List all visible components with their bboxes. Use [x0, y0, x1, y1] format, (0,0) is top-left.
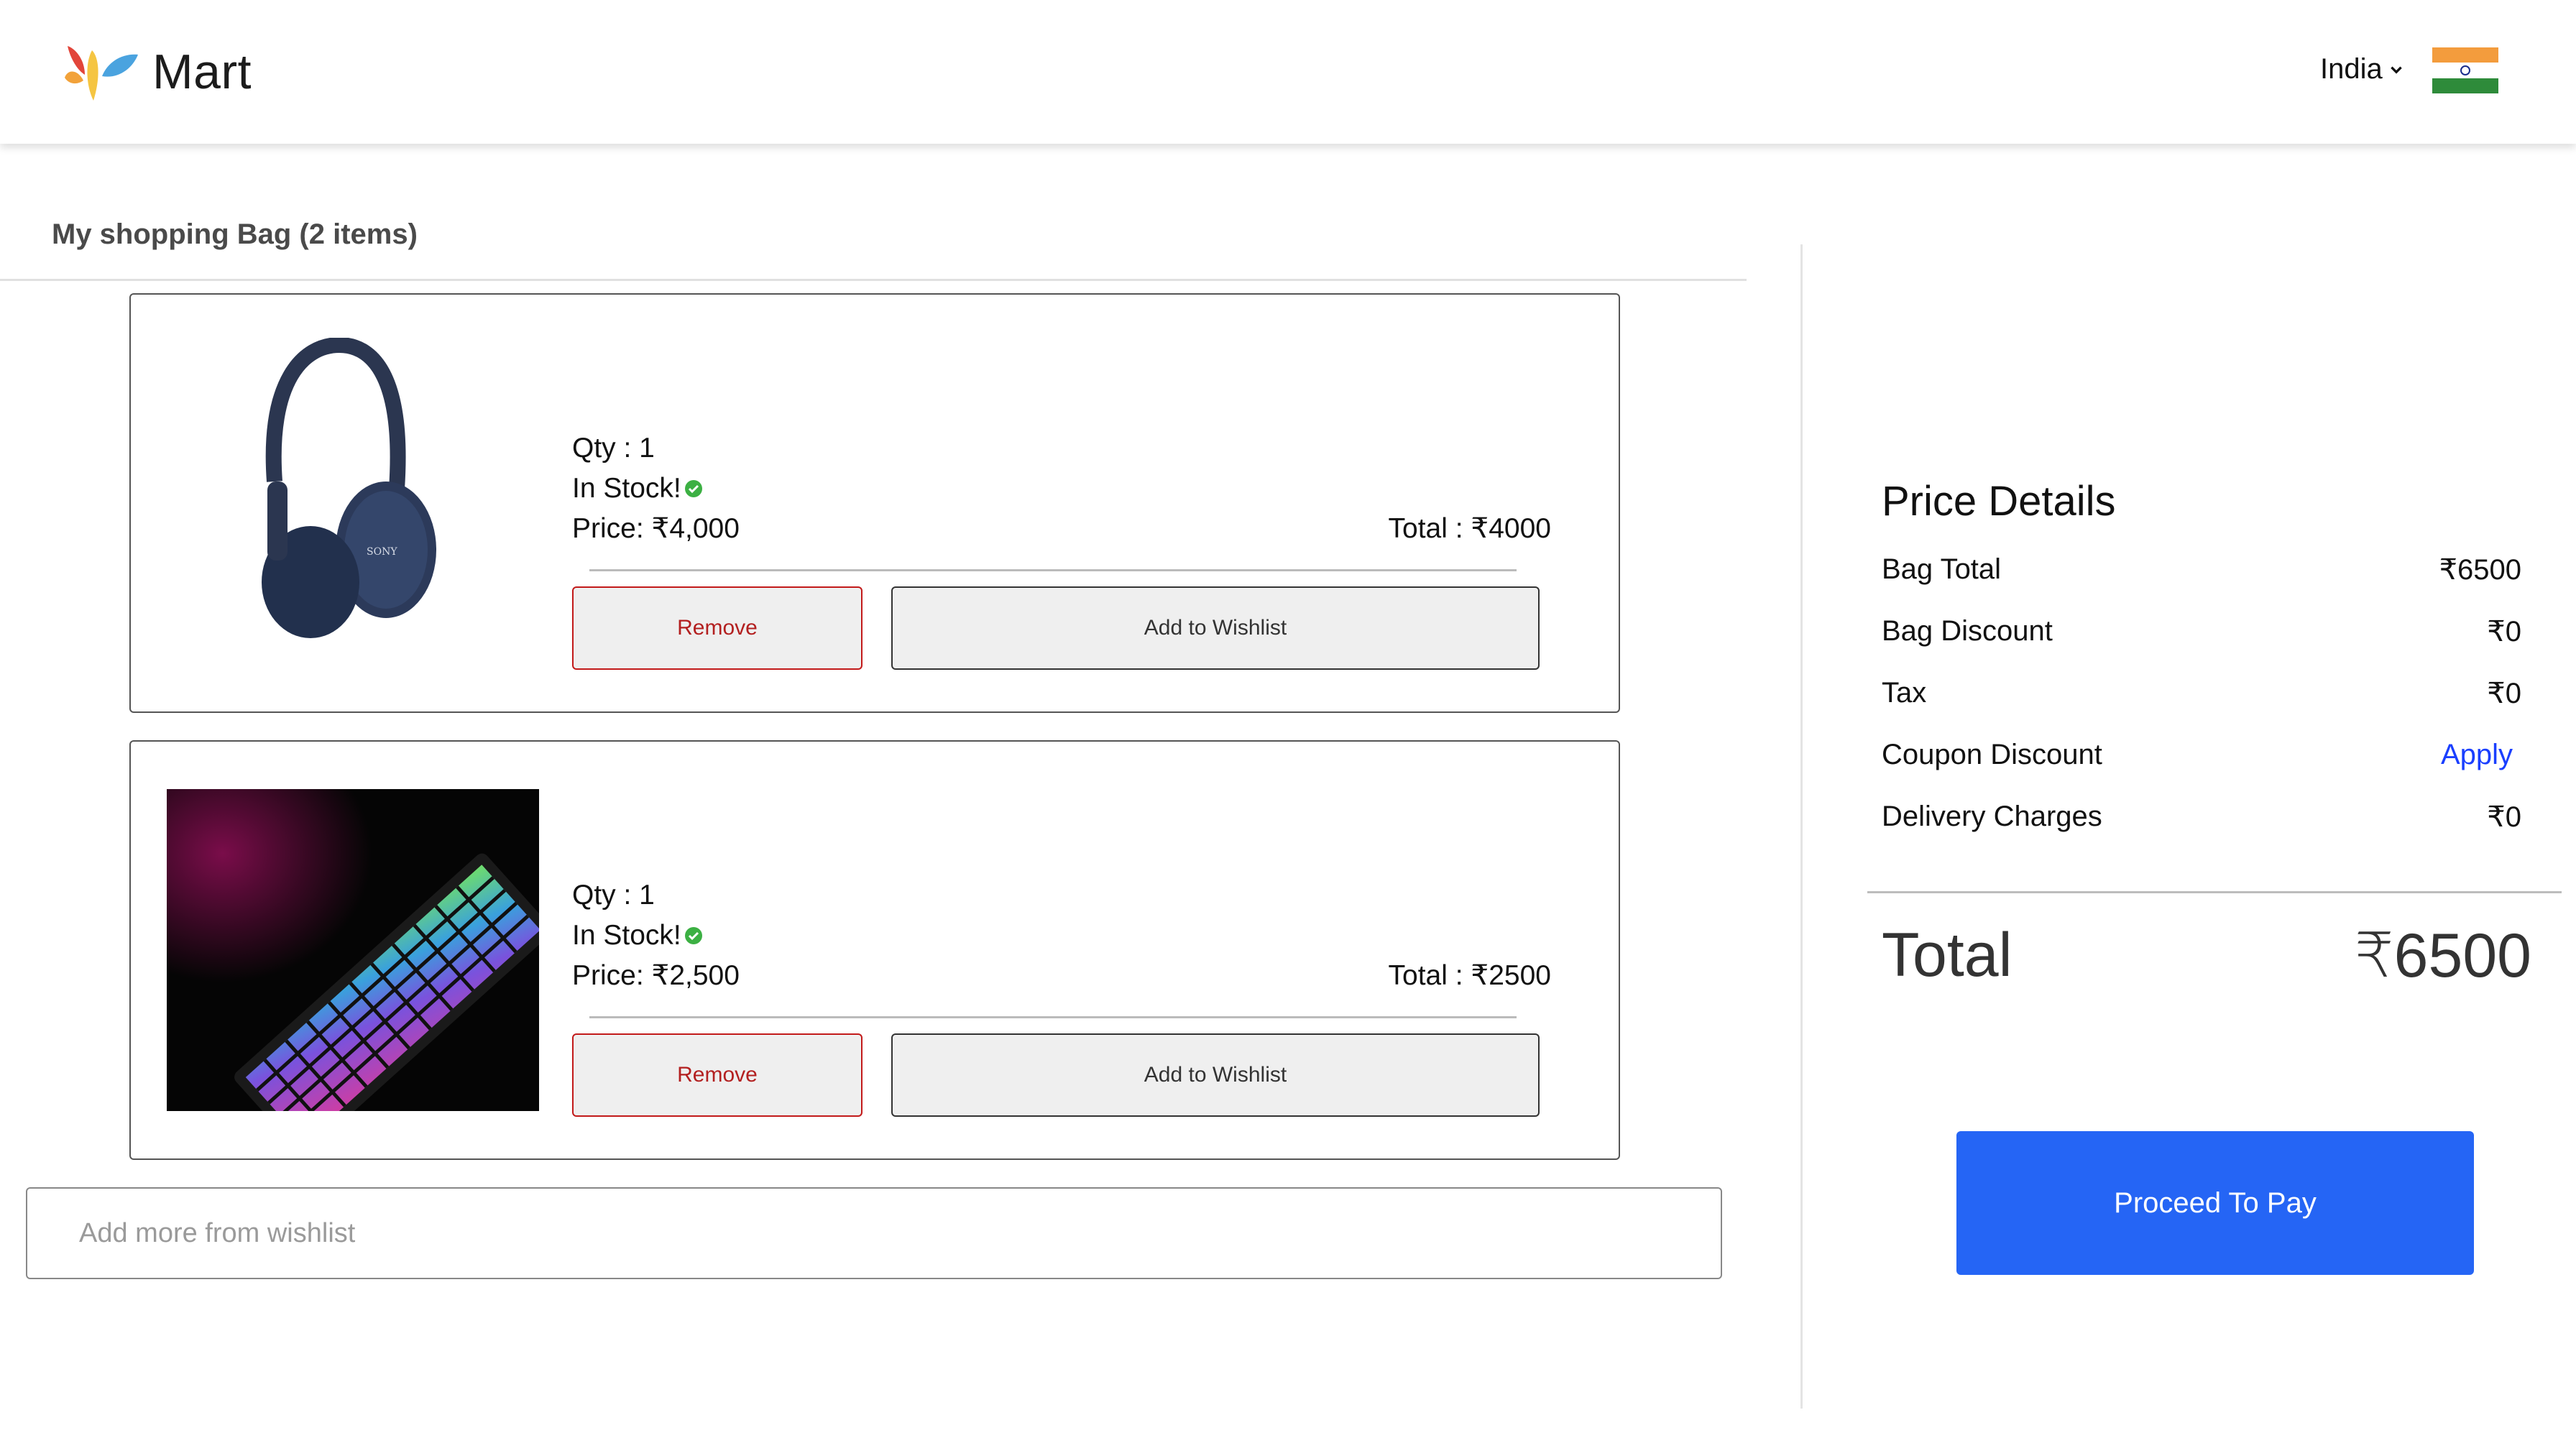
country-label: India [2320, 53, 2383, 85]
logo[interactable]: Mart [58, 34, 252, 109]
column-divider [1800, 244, 1803, 1409]
price-details-divider [1867, 891, 2562, 893]
item-stock-row: In Stock! [572, 916, 1551, 956]
mart-logo-icon [65, 46, 138, 101]
price-row-value: ₹0 [2487, 616, 2521, 648]
item-total: Total : ₹2500 [1388, 960, 1551, 991]
item-stock: In Stock! [572, 920, 681, 951]
flag-stripe-white [2432, 63, 2498, 78]
country-selector[interactable]: India [2320, 53, 2404, 86]
price-row-value: ₹0 [2487, 801, 2521, 833]
apply-coupon-link[interactable]: Apply [2441, 739, 2513, 771]
price-row-value: ₹6500 [2439, 554, 2521, 586]
price-row-label: Tax [1882, 677, 1927, 709]
cart-item-card: Qty : 1 In Stock! Price: ₹2,500 Total : … [129, 740, 1620, 1160]
item-qty: Qty : 1 [572, 433, 655, 464]
item-divider [589, 569, 1517, 571]
add-to-wishlist-button[interactable]: Add to Wishlist [891, 586, 1540, 670]
price-details-title: Price Details [1882, 478, 2116, 525]
item-info: Qty : 1 In Stock! Price: ₹4,000 Total : … [572, 428, 1551, 549]
item-divider [589, 1016, 1517, 1018]
headphones-product-image: SONY [262, 338, 436, 638]
india-flag-icon[interactable] [2432, 47, 2498, 93]
price-row-label: Bag Total [1882, 553, 2002, 585]
check-circle-icon [684, 480, 702, 497]
shopping-bag-page: Mart India My shopping Bag (2 items) SON… [0, 0, 2576, 1433]
cart-item-card: SONY Qty : 1 In Stock! Price: ₹4,000 Tot… [129, 293, 1620, 713]
proceed-to-pay-button[interactable]: Proceed To Pay [1956, 1131, 2474, 1275]
grand-total-label: Total [1882, 921, 2012, 990]
remove-button[interactable]: Remove [572, 1033, 862, 1117]
keyboard-product-image [167, 789, 539, 1111]
price-row-label: Coupon Discount [1882, 739, 2102, 770]
price-row-coupon-discount: Coupon Discount Apply [1882, 739, 2521, 771]
chevron-down-icon [2390, 66, 2402, 74]
item-total: Total : ₹4000 [1388, 513, 1551, 544]
flag-chakra [2460, 65, 2470, 75]
check-circle-icon [684, 927, 702, 944]
item-info: Qty : 1 In Stock! Price: ₹2,500 Total : … [572, 875, 1551, 996]
price-row-tax: Tax ₹0 [1882, 677, 2521, 710]
price-row-label: Delivery Charges [1882, 801, 2102, 832]
item-stock: In Stock! [572, 473, 681, 504]
price-row-bag-total: Bag Total ₹6500 [1882, 553, 2521, 586]
item-stock-row: In Stock! [572, 469, 1551, 509]
price-row-value: ₹0 [2487, 678, 2521, 709]
logo-text: Mart [152, 45, 252, 99]
item-qty: Qty : 1 [572, 880, 655, 911]
price-row-delivery-charges: Delivery Charges ₹0 [1882, 801, 2521, 834]
flag-stripe-green [2432, 78, 2498, 93]
bag-title-divider [0, 279, 1747, 281]
remove-button[interactable]: Remove [572, 586, 862, 670]
grand-total-value: ₹6500 [2354, 921, 2531, 990]
add-to-wishlist-button[interactable]: Add to Wishlist [891, 1033, 1540, 1117]
product-brand-text: SONY [367, 546, 397, 558]
price-row-label: Bag Discount [1882, 615, 2053, 647]
bag-title: My shopping Bag (2 items) [52, 218, 418, 250]
grand-total: Total ₹6500 [1882, 920, 2531, 992]
top-header: Mart India [0, 0, 2576, 144]
price-row-bag-discount: Bag Discount ₹0 [1882, 615, 2521, 648]
flag-stripe-saffron [2432, 47, 2498, 63]
add-more-from-wishlist[interactable]: Add more from wishlist [26, 1187, 1722, 1279]
